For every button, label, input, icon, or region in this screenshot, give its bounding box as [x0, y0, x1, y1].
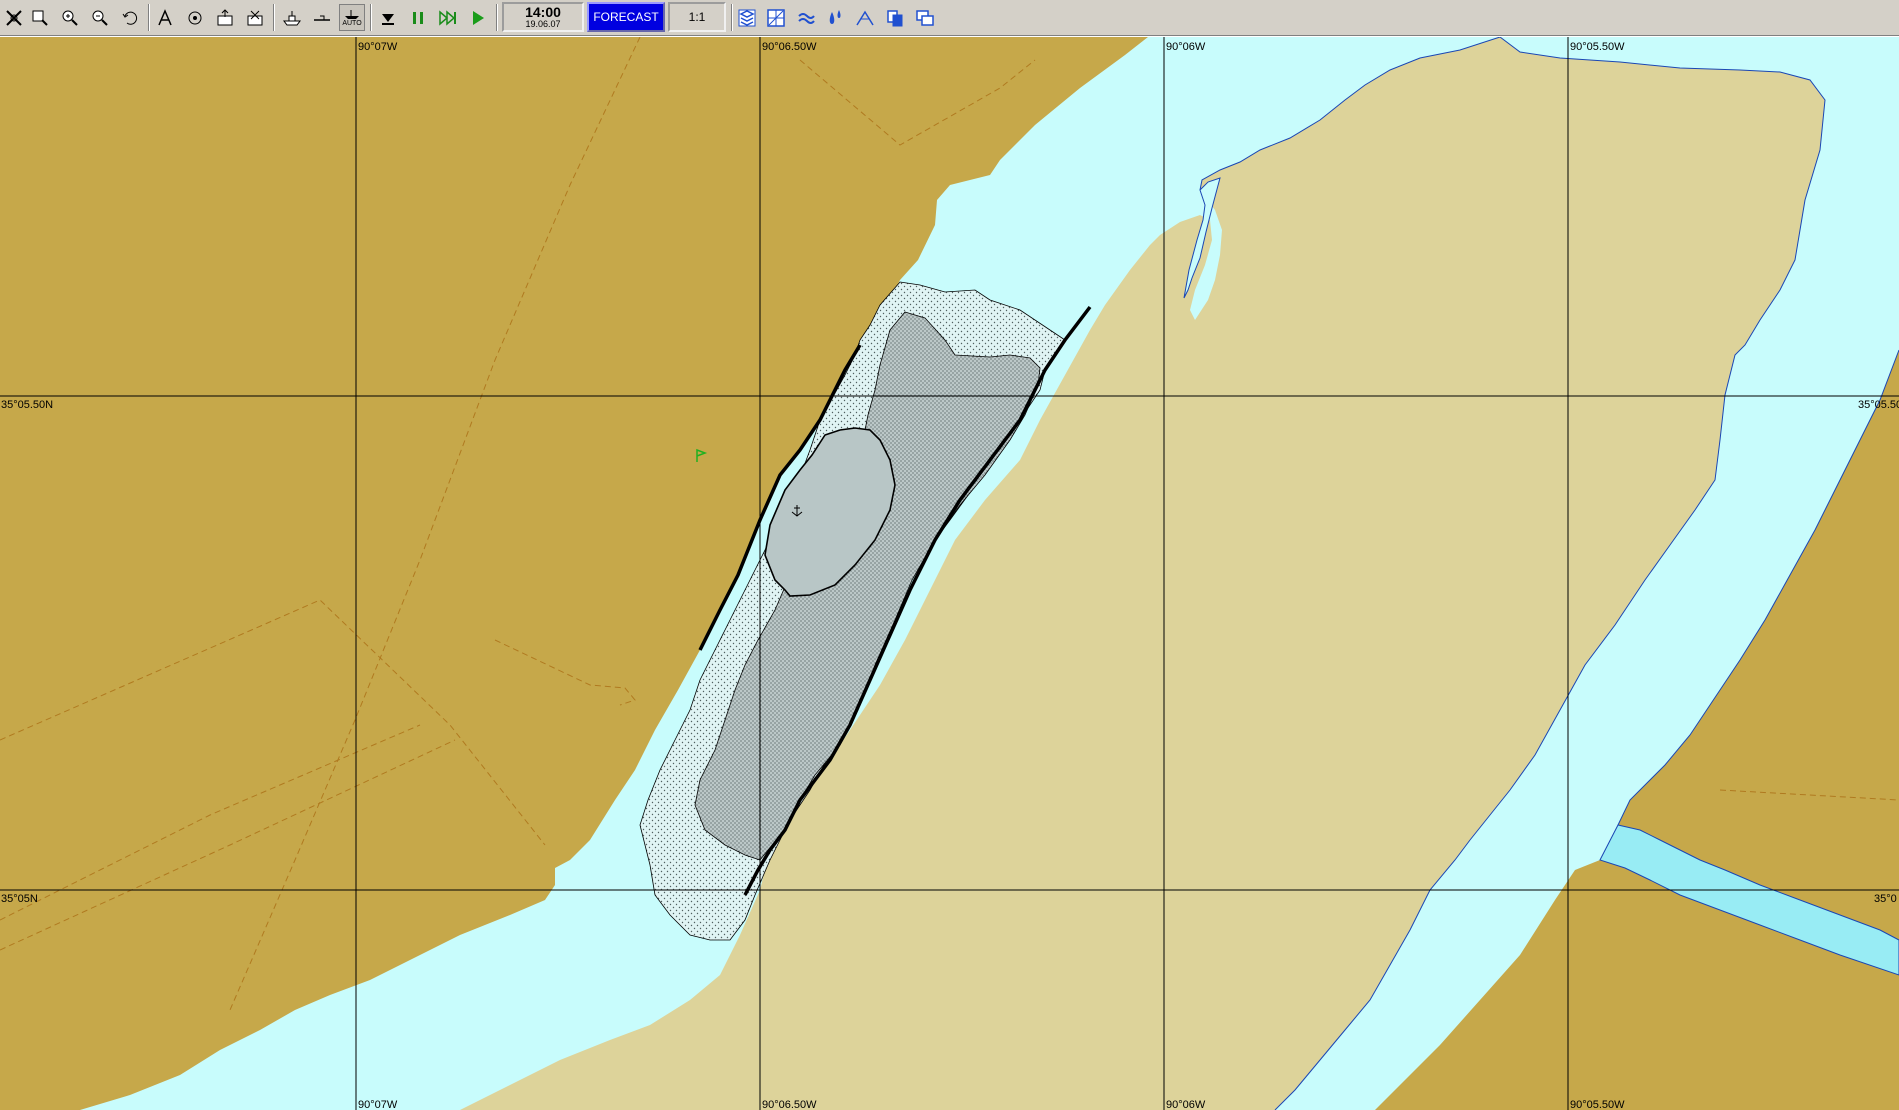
windows-icon[interactable] — [912, 4, 938, 31]
lon-label-top-4: 90°05.50W — [1570, 41, 1625, 53]
toolbar-separator — [273, 4, 275, 31]
lon-label-bottom-1: 90°07W — [358, 1099, 398, 1110]
measure-icon[interactable] — [152, 4, 178, 31]
toolbar-separator — [731, 4, 733, 31]
auto-mode-icon[interactable]: AUTO — [339, 4, 365, 31]
lat-label-left-2: 35°05N — [1, 893, 38, 905]
copy-icon[interactable] — [882, 4, 908, 31]
lon-label-top-1: 90°07W — [358, 41, 398, 53]
route-export-icon[interactable] — [212, 4, 238, 31]
zoom-out-icon[interactable] — [87, 4, 113, 31]
toolbar-separator — [496, 4, 498, 31]
ship-outline-icon[interactable] — [309, 4, 335, 31]
step-down-icon[interactable] — [375, 4, 401, 31]
zoom-in-icon[interactable] — [57, 4, 83, 31]
toolbar: AUTO 14:00 19.06.07 FORECAST 1:1 — [0, 0, 1899, 36]
layers-icon[interactable] — [734, 4, 760, 31]
ship-icon[interactable] — [279, 4, 305, 31]
lat-label-right-1: 35°05.50 — [1858, 399, 1899, 411]
fast-forward-icon[interactable] — [435, 4, 461, 31]
date-value: 19.06.07 — [525, 19, 561, 29]
undo-icon[interactable] — [117, 4, 143, 31]
lon-label-bottom-2: 90°06.50W — [762, 1099, 817, 1110]
zoom-window-icon[interactable] — [27, 4, 53, 31]
time-value: 14:00 — [525, 4, 561, 20]
time-display[interactable]: 14:00 19.06.07 — [502, 2, 584, 32]
current-icon[interactable] — [793, 4, 819, 31]
toolbar-separator — [370, 4, 372, 31]
grid-icon[interactable] — [763, 4, 789, 31]
route-import-icon[interactable] — [242, 4, 268, 31]
target-icon[interactable] — [182, 4, 208, 31]
lon-label-top-2: 90°06.50W — [762, 41, 817, 53]
pan-icon[interactable] — [1, 4, 27, 31]
wind-icon[interactable] — [852, 4, 878, 31]
lat-label-right-2: 35°0 — [1874, 893, 1897, 905]
scale-display[interactable]: 1:1 — [668, 2, 726, 32]
forecast-button[interactable]: FORECAST — [587, 2, 665, 32]
chart-map[interactable]: 90°07W 90°06.50W 90°06W 90°05.50W 90°07W… — [0, 37, 1899, 1110]
lon-label-top-3: 90°06W — [1166, 41, 1206, 53]
auto-label: AUTO — [342, 19, 362, 27]
play-icon[interactable] — [465, 4, 491, 31]
lon-label-bottom-3: 90°06W — [1166, 1099, 1206, 1110]
water-level-icon[interactable] — [822, 4, 848, 31]
lon-label-bottom-4: 90°05.50W — [1570, 1099, 1625, 1110]
pause-icon[interactable] — [405, 4, 431, 31]
lat-label-left-1: 35°05.50N — [1, 399, 53, 411]
toolbar-separator — [148, 4, 150, 31]
